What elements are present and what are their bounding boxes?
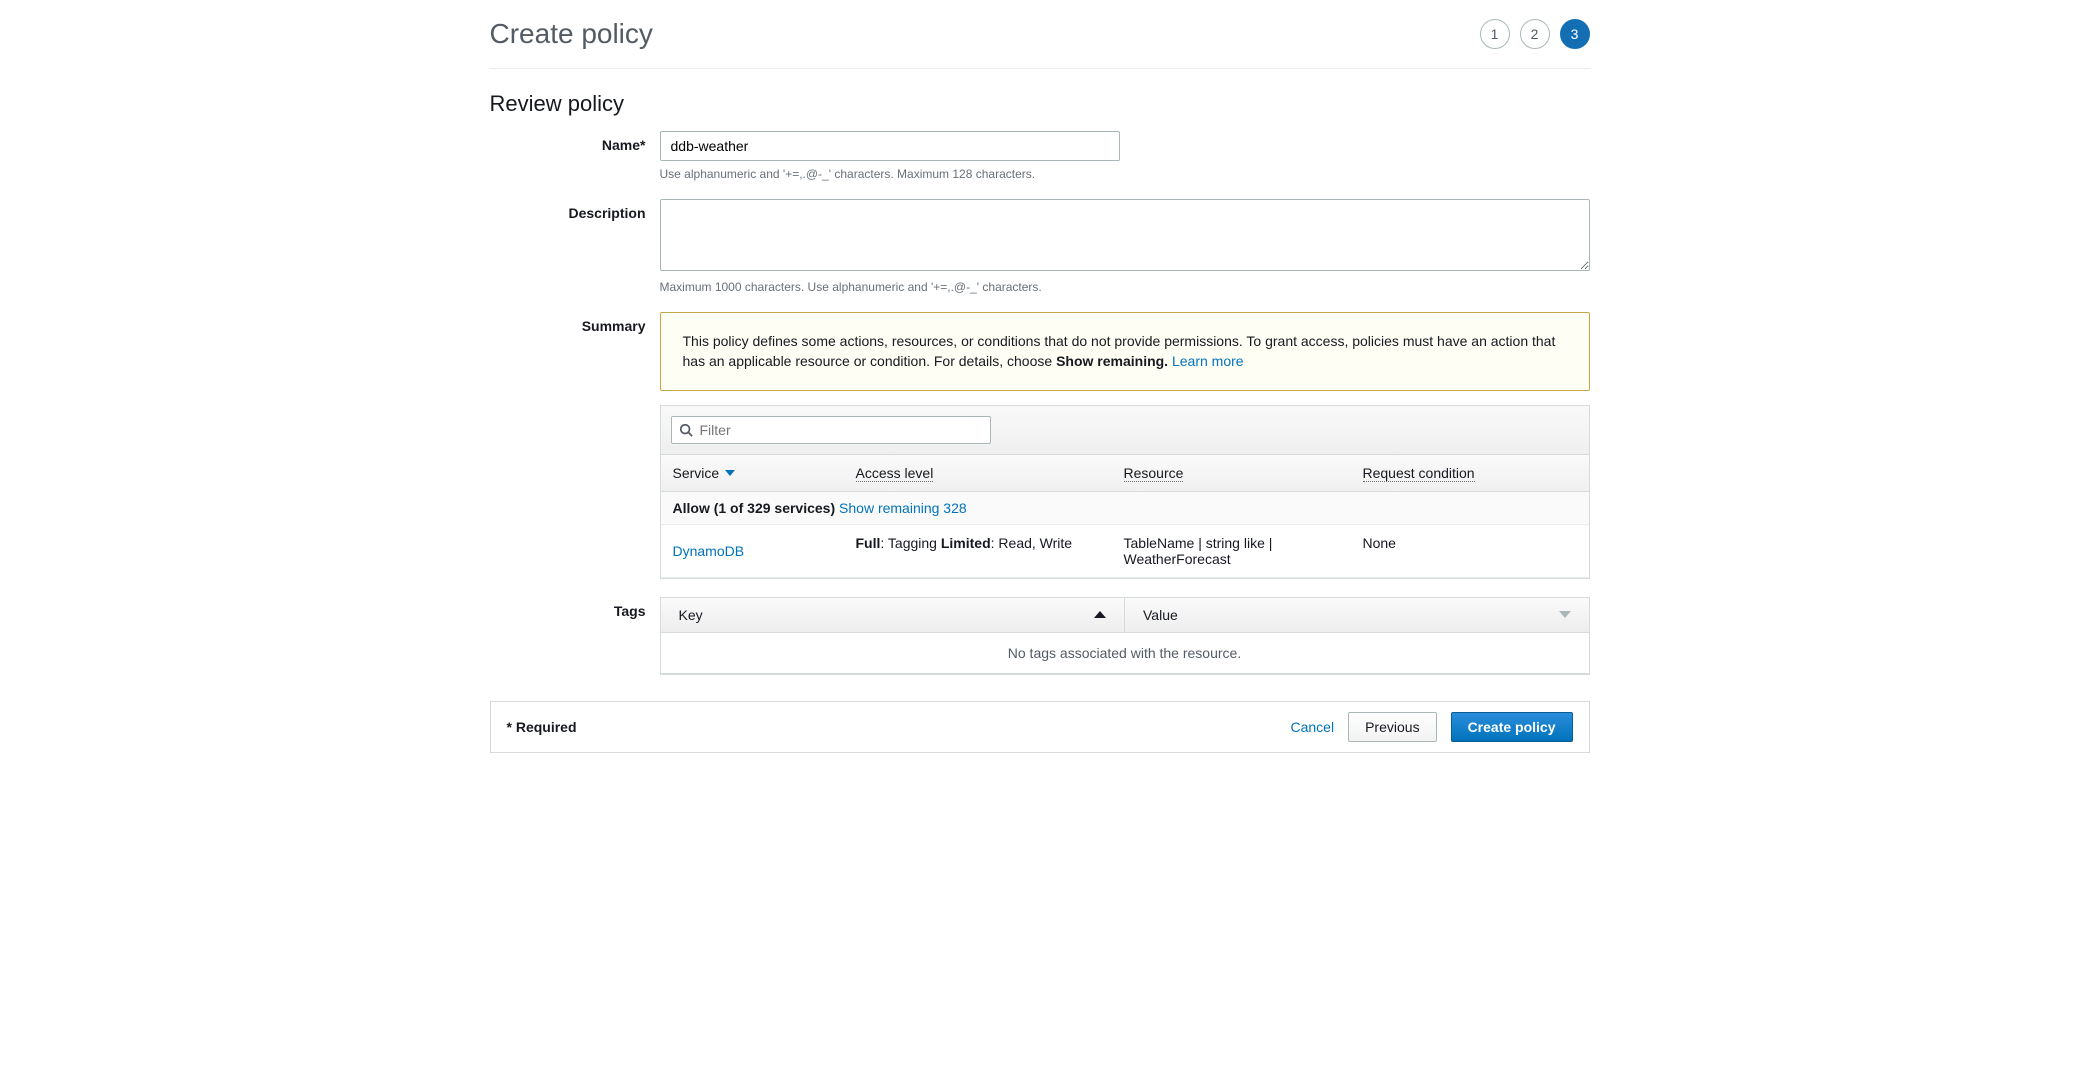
section-title: Review policy: [490, 69, 1590, 131]
row-name: Name* Use alphanumeric and '+=,.@-_' cha…: [490, 131, 1590, 181]
create-policy-button[interactable]: Create policy: [1451, 712, 1573, 742]
filter-bar: [661, 406, 1589, 455]
cell-service: DynamoDB: [661, 525, 844, 577]
page-title: Create policy: [490, 18, 653, 50]
tags-label: Tags: [490, 597, 660, 619]
learn-more-link[interactable]: Learn more: [1172, 353, 1244, 369]
allow-label: Allow (1 of 329 services): [673, 500, 836, 516]
name-label: Name*: [490, 131, 660, 153]
cell-resource: TableName | string like | WeatherForecas…: [1112, 525, 1351, 577]
name-hint: Use alphanumeric and '+=,.@-_' character…: [660, 167, 1590, 181]
summary-label: Summary: [490, 312, 660, 334]
required-note: * Required: [507, 719, 577, 735]
summary-table: Service Access level Resource Request co…: [660, 405, 1590, 579]
previous-button[interactable]: Previous: [1348, 712, 1436, 742]
tags-empty-message: No tags associated with the resource.: [661, 633, 1589, 674]
col-service-label: Service: [673, 465, 720, 481]
step-1[interactable]: 1: [1480, 19, 1510, 49]
tags-table: Key Value No tags associated with the re…: [660, 597, 1590, 675]
sort-icon: [1559, 611, 1571, 618]
row-description: Description Maximum 1000 characters. Use…: [490, 199, 1590, 294]
show-remaining-link[interactable]: Show remaining 328: [839, 500, 967, 516]
search-icon: [679, 423, 693, 437]
col-resource[interactable]: Resource: [1112, 455, 1351, 491]
cell-access-level: Full: Tagging Limited: Read, Write: [844, 525, 1112, 577]
table-row: DynamoDB Full: Tagging Limited: Read, Wr…: [661, 525, 1589, 578]
step-2[interactable]: 2: [1520, 19, 1550, 49]
tags-col-value[interactable]: Value: [1124, 598, 1589, 632]
info-show-remaining: Show remaining.: [1056, 353, 1168, 369]
allow-summary-row: Allow (1 of 329 services) Show remaining…: [661, 492, 1589, 525]
tags-value-label: Value: [1143, 607, 1178, 623]
col-request-condition[interactable]: Request condition: [1351, 455, 1589, 491]
col-service[interactable]: Service: [661, 455, 844, 491]
page-header: Create policy 1 2 3: [490, 0, 1590, 69]
description-label: Description: [490, 199, 660, 221]
summary-info-box: This policy defines some actions, resour…: [660, 312, 1590, 391]
tags-col-key[interactable]: Key: [661, 598, 1125, 632]
cell-condition: None: [1351, 525, 1589, 577]
wizard-steps: 1 2 3: [1480, 19, 1590, 49]
row-tags: Tags Key Value No tags associated with t…: [490, 597, 1590, 675]
col-access-level[interactable]: Access level: [844, 455, 1112, 491]
footer-actions: Cancel Previous Create policy: [1291, 712, 1573, 742]
table-head: Service Access level Resource Request co…: [661, 455, 1589, 492]
description-hint: Maximum 1000 characters. Use alphanumeri…: [660, 280, 1590, 294]
sort-asc-icon: [1094, 611, 1106, 618]
tags-key-label: Key: [679, 607, 703, 623]
name-input[interactable]: [660, 131, 1120, 161]
cancel-link[interactable]: Cancel: [1291, 719, 1335, 735]
footer-bar: * Required Cancel Previous Create policy: [490, 701, 1590, 753]
description-textarea[interactable]: [660, 199, 1590, 271]
tags-head: Key Value: [661, 598, 1589, 633]
service-link[interactable]: DynamoDB: [673, 543, 745, 559]
step-3[interactable]: 3: [1560, 19, 1590, 49]
row-summary: Summary This policy defines some actions…: [490, 312, 1590, 579]
caret-down-icon: [725, 470, 735, 476]
filter-input[interactable]: [671, 416, 991, 444]
